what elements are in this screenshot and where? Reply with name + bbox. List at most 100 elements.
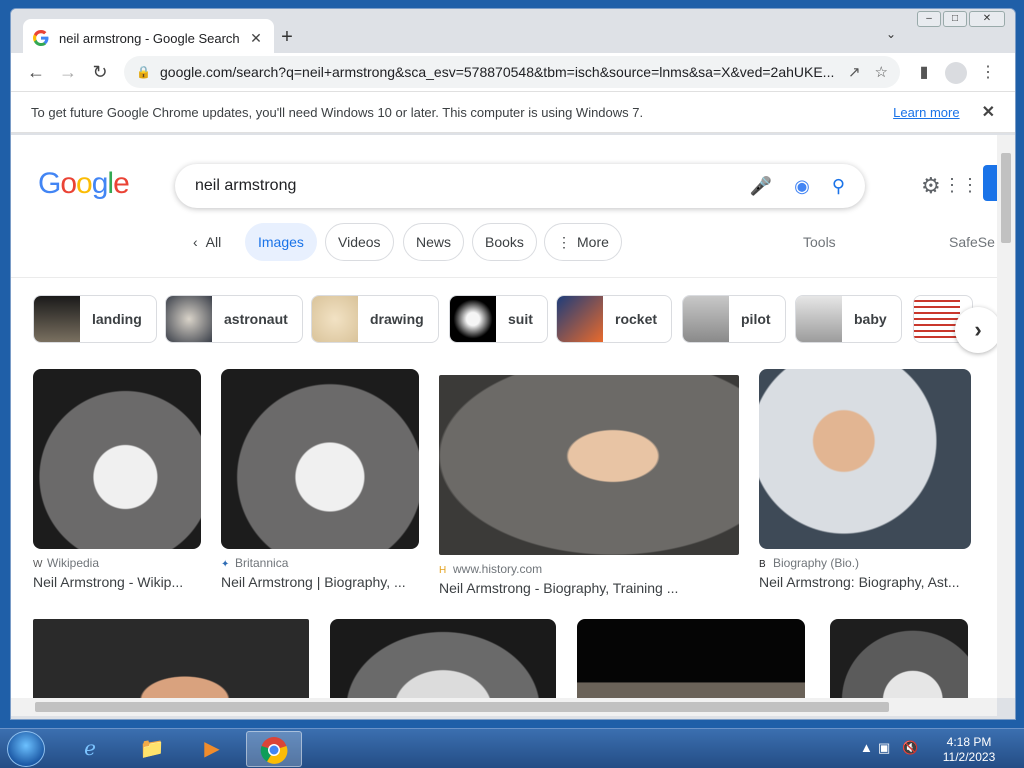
- related-pilot[interactable]: pilot: [682, 295, 786, 343]
- new-tab-button[interactable]: +: [275, 25, 299, 49]
- clock[interactable]: 4:18 PM 11/2/2023: [926, 735, 1012, 765]
- windows-taskbar: ℯ 📁 ▶ ▲ ▣ 🔇 4:18 PM 11/2/2023: [0, 728, 1024, 768]
- related-drawing[interactable]: drawing: [311, 295, 439, 343]
- search-input[interactable]: neil armstrong: [195, 177, 728, 195]
- clock-date: 11/2/2023: [942, 750, 996, 764]
- file-explorer-icon[interactable]: 📁: [124, 731, 180, 767]
- safesearch-button[interactable]: SafeSe: [937, 223, 997, 261]
- result-caption[interactable]: Neil Armstrong - Biography, Training ...: [439, 580, 741, 596]
- volume-muted-icon[interactable]: 🔇: [902, 740, 918, 756]
- tools-button[interactable]: Tools: [791, 223, 848, 261]
- network-icon[interactable]: ▣: [878, 740, 890, 756]
- close-window-button[interactable]: ✕: [969, 11, 1005, 27]
- biography-icon: B: [759, 559, 766, 570]
- sign-in-button[interactable]: [983, 165, 997, 201]
- result-card[interactable]: B Biography (Bio.) Neil Armstrong: Biogra…: [759, 369, 973, 590]
- thumbnail: [683, 296, 729, 342]
- media-player-icon[interactable]: ▶: [184, 731, 240, 767]
- more-menu-button[interactable]: ⋮ More: [544, 223, 622, 261]
- thumbnail: [796, 296, 842, 342]
- result-image[interactable]: [33, 619, 309, 698]
- related-baby[interactable]: baby: [795, 295, 902, 343]
- result-card[interactable]: [33, 619, 311, 698]
- maximize-button[interactable]: □: [943, 11, 967, 27]
- vertical-scrollbar[interactable]: [997, 135, 1015, 698]
- thumbnail: [312, 296, 358, 342]
- url-text: google.com/search?q=neil+armstrong&sca_e…: [160, 64, 834, 80]
- tab-videos[interactable]: Videos: [325, 223, 394, 261]
- clock-time: 4:18 PM: [946, 735, 992, 749]
- gear-icon[interactable]: ⚙: [921, 173, 941, 199]
- forward-arrow-icon[interactable]: →: [55, 59, 81, 85]
- related-suit[interactable]: suit: [449, 295, 548, 343]
- tab-search-chevron-icon[interactable]: ⌄: [886, 27, 896, 41]
- thumbnail: [914, 296, 960, 342]
- related-landing[interactable]: landing: [33, 295, 157, 343]
- related-searches: landing astronaut drawing suit rocket pi…: [33, 295, 993, 343]
- scrollbar-thumb[interactable]: [1001, 153, 1011, 243]
- result-card[interactable]: [330, 619, 558, 698]
- all-filter-link[interactable]: ‹ All: [181, 223, 233, 261]
- scrollbar-thumb[interactable]: [35, 702, 889, 712]
- result-image[interactable]: [759, 369, 971, 549]
- search-icon[interactable]: ⚲: [832, 176, 845, 197]
- bookmark-star-icon[interactable]: ☆: [875, 63, 888, 81]
- microphone-icon[interactable]: 🎤: [750, 176, 772, 197]
- result-card[interactable]: [577, 619, 807, 698]
- internet-explorer-icon[interactable]: ℯ: [62, 731, 118, 767]
- learn-more-link[interactable]: Learn more: [893, 105, 959, 120]
- result-image[interactable]: [577, 619, 805, 698]
- minimize-button[interactable]: –: [917, 11, 941, 27]
- related-rocket[interactable]: rocket: [556, 295, 673, 343]
- result-card[interactable]: ✦ Britannica Neil Armstrong | Biography, …: [221, 369, 421, 590]
- tab-images[interactable]: Images: [245, 223, 317, 261]
- lock-icon: 🔒: [136, 65, 151, 79]
- kebab-menu-icon[interactable]: ⋮: [977, 62, 999, 84]
- browser-window: neil armstrong - Google Search ✕ + ⌄ – □…: [10, 8, 1016, 720]
- result-caption[interactable]: Neil Armstrong - Wikip...: [33, 574, 203, 590]
- chevron-left-icon: ‹: [193, 234, 198, 250]
- lens-camera-icon[interactable]: ◉: [794, 176, 810, 197]
- header-divider: [11, 277, 997, 278]
- result-image[interactable]: [330, 619, 556, 698]
- tab-books[interactable]: Books: [472, 223, 537, 261]
- profile-avatar-icon[interactable]: [945, 62, 967, 84]
- result-image[interactable]: [830, 619, 968, 698]
- related-astronaut[interactable]: astronaut: [165, 295, 303, 343]
- result-card[interactable]: [830, 619, 970, 698]
- search-box[interactable]: neil armstrong 🎤 ◉ ⚲: [175, 164, 865, 208]
- tab-google-search[interactable]: neil armstrong - Google Search ✕: [23, 19, 274, 57]
- tray-expand-icon[interactable]: ▲: [860, 740, 873, 755]
- result-image[interactable]: [221, 369, 419, 549]
- chrome-taskbar-icon[interactable]: [246, 731, 302, 767]
- filter-bar: ‹ All Images Videos News Books ⋮ More To…: [11, 223, 997, 263]
- tab-strip: neil armstrong - Google Search ✕ + ⌄ – □…: [11, 9, 1015, 57]
- result-image[interactable]: [33, 369, 201, 549]
- side-panel-icon[interactable]: ▮: [913, 62, 935, 84]
- google-favicon-icon: [33, 30, 49, 46]
- chrome-icon: [260, 737, 288, 764]
- address-bar[interactable]: 🔒 google.com/search?q=neil+armstrong&sca…: [124, 56, 900, 88]
- britannica-icon: ✦: [221, 559, 230, 570]
- result-caption[interactable]: Neil Armstrong | Biography, ...: [221, 574, 421, 590]
- result-card[interactable]: W Wikipedia Neil Armstrong - Wikip...: [33, 369, 203, 590]
- start-button[interactable]: [7, 731, 45, 767]
- tab-title: neil armstrong - Google Search: [59, 30, 240, 46]
- result-source: Britannica: [235, 556, 289, 570]
- reload-icon[interactable]: ↻: [87, 59, 113, 85]
- search-results-page: Google neil armstrong 🎤 ◉ ⚲ ⚙ ⋮⋮⋮ ‹ All …: [11, 135, 997, 698]
- tab-news[interactable]: News: [403, 223, 465, 261]
- infobar-message: To get future Google Chrome updates, you…: [31, 104, 644, 120]
- result-source: www.history.com: [453, 562, 543, 576]
- infobar-close-icon[interactable]: ✕: [982, 102, 995, 122]
- share-icon[interactable]: ↗: [848, 63, 861, 81]
- result-source: Biography (Bio.): [773, 556, 860, 570]
- result-caption[interactable]: Neil Armstrong: Biography, Ast...: [759, 574, 973, 590]
- chevron-right-icon[interactable]: ›: [955, 307, 997, 353]
- google-logo[interactable]: Google: [38, 167, 130, 201]
- result-image[interactable]: [439, 375, 739, 555]
- back-arrow-icon[interactable]: ←: [23, 59, 49, 85]
- horizontal-scrollbar[interactable]: [11, 698, 997, 716]
- tab-close-icon[interactable]: ✕: [248, 30, 264, 47]
- result-card[interactable]: Hwww.history.com Neil Armstrong - Biogra…: [439, 369, 741, 596]
